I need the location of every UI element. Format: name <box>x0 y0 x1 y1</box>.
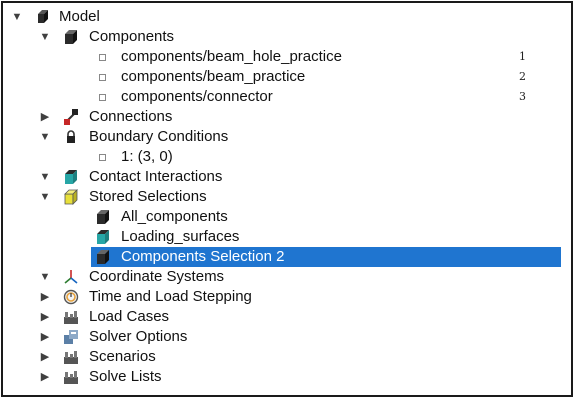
tree-label-coordinate-systems: Coordinate Systems <box>89 268 225 285</box>
bullet-icon <box>99 54 106 61</box>
tree-label-stored-selections: Stored Selections <box>89 188 207 205</box>
chevron-down-icon[interactable]: ▼ <box>11 11 23 23</box>
cube-icon <box>95 249 111 265</box>
tree-node-load-cases[interactable]: ▶ Load Cases <box>3 307 563 327</box>
chevron-down-icon[interactable]: ▼ <box>39 31 51 43</box>
tree-label-connections: Connections <box>89 108 173 125</box>
model-tree-panel: ▼ Model ▼ Components components/beam_hol… <box>1 1 573 397</box>
solver-options-icon <box>63 329 79 345</box>
chevron-right-icon[interactable]: ▶ <box>39 351 51 363</box>
tree-node-bc-1[interactable]: 1: (3, 0) <box>3 147 563 167</box>
lock-icon <box>63 129 79 145</box>
tree-label-solver-options: Solver Options <box>89 328 188 345</box>
chevron-right-icon[interactable]: ▶ <box>39 291 51 303</box>
stored-selection-icon <box>63 189 79 205</box>
tree-label-solve-lists: Solve Lists <box>89 368 162 385</box>
tree-label-boundary-conditions: Boundary Conditions <box>89 128 229 145</box>
tree-label-time-load-stepping: Time and Load Stepping <box>89 288 252 305</box>
tree-label-contact-interactions: Contact Interactions <box>89 168 223 185</box>
clock-icon <box>63 289 79 305</box>
components-cube-icon <box>63 29 79 45</box>
chevron-right-icon[interactable]: ▶ <box>39 311 51 323</box>
chevron-down-icon[interactable]: ▼ <box>39 131 51 143</box>
tree-node-coordinate-systems[interactable]: ▼ Coordinate Systems <box>3 267 563 287</box>
tree-node-component-3[interactable]: components/connector 3 <box>3 87 563 107</box>
tree-node-contact-interactions[interactable]: ▼ Contact Interactions <box>3 167 563 187</box>
tree-label-model: Model <box>59 8 100 25</box>
chevron-down-icon[interactable]: ▼ <box>39 171 51 183</box>
tree-node-model[interactable]: ▼ Model <box>3 7 563 27</box>
component-index: 1 <box>519 50 526 63</box>
tree-node-scenarios[interactable]: ▶ Scenarios <box>3 347 563 367</box>
tree-node-all-components[interactable]: All_components <box>3 207 563 227</box>
tree-label-selection: Components Selection 2 <box>121 248 285 265</box>
tree-node-components-selection-2[interactable]: Components Selection 2 <box>3 247 563 267</box>
tree-node-stored-selections[interactable]: ▼ Stored Selections <box>3 187 563 207</box>
tree-node-loading-surfaces[interactable]: Loading_surfaces <box>3 227 563 247</box>
solve-lists-icon <box>63 369 79 385</box>
chevron-down-icon[interactable]: ▼ <box>39 271 51 283</box>
tree-label-component: components/beam_hole_practice <box>121 48 342 65</box>
tree-node-solver-options[interactable]: ▶ Solver Options <box>3 327 563 347</box>
tree-node-components[interactable]: ▼ Components <box>3 27 563 47</box>
tree-label-load-cases: Load Cases <box>89 308 170 325</box>
load-cases-icon <box>63 309 79 325</box>
bullet-icon <box>99 154 106 161</box>
chevron-right-icon[interactable]: ▶ <box>39 331 51 343</box>
component-index: 3 <box>519 90 526 103</box>
chevron-right-icon[interactable]: ▶ <box>39 371 51 383</box>
bullet-icon <box>99 94 106 101</box>
chevron-down-icon[interactable]: ▼ <box>39 191 51 203</box>
tree-label-components: Components <box>89 28 175 45</box>
bullet-icon <box>99 74 106 81</box>
contact-cube-icon <box>63 169 79 185</box>
component-index: 2 <box>519 70 526 83</box>
tree-label-bc: 1: (3, 0) <box>121 148 173 165</box>
tree-node-solve-lists[interactable]: ▶ Solve Lists <box>3 367 563 387</box>
scenarios-icon <box>63 349 79 365</box>
tree-label-component: components/beam_practice <box>121 68 306 85</box>
tree-label-scenarios: Scenarios <box>89 348 156 365</box>
cube-icon <box>95 209 111 225</box>
model-cube-icon <box>35 9 51 25</box>
tree-label-selection: All_components <box>121 208 228 225</box>
tree-node-time-load-stepping[interactable]: ▶ Time and Load Stepping <box>3 287 563 307</box>
tree-node-boundary-conditions[interactable]: ▼ Boundary Conditions <box>3 127 563 147</box>
connections-icon <box>63 109 79 125</box>
chevron-right-icon[interactable]: ▶ <box>39 111 51 123</box>
tree-node-connections[interactable]: ▶ Connections <box>3 107 563 127</box>
tree-node-component-1[interactable]: components/beam_hole_practice 1 <box>3 47 563 67</box>
tree-node-component-2[interactable]: components/beam_practice 2 <box>3 67 563 87</box>
axes-icon <box>63 269 79 285</box>
tree-label-selection: Loading_surfaces <box>121 228 240 245</box>
tree-label-component: components/connector <box>121 88 273 105</box>
surface-cube-icon <box>95 229 111 245</box>
